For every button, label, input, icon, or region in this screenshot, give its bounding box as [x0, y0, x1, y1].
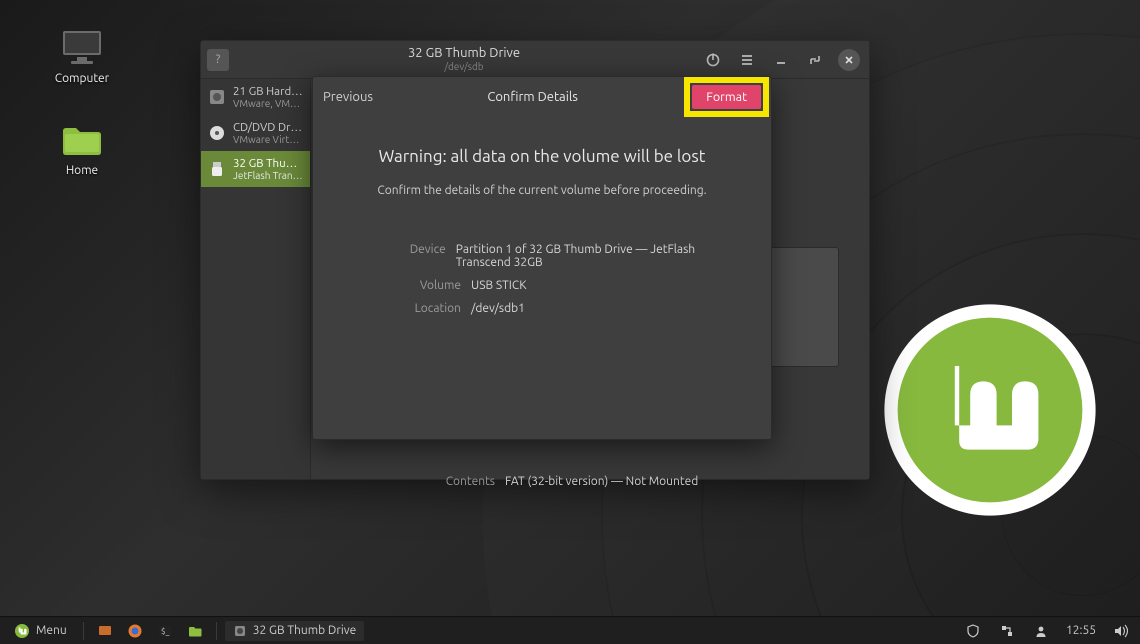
drive-item-cdrom[interactable]: CD/DVD Drive VMware Virtual SA [201, 115, 310, 151]
warning-text: Warning: all data on the volume will be … [341, 147, 743, 166]
contents-value: FAT (32-bit version) — Not Mounted [505, 475, 698, 488]
disk-icon [233, 624, 247, 638]
separator [83, 622, 84, 640]
dialog-header: Previous Confirm Details Format [313, 77, 771, 117]
previous-button[interactable]: Previous [323, 90, 373, 104]
format-button[interactable]: Format [692, 85, 761, 109]
drive-sub: VMware Virtual SA [233, 134, 304, 145]
menu-label: Menu [36, 624, 67, 637]
drive-sub: JetFlash Transcend [233, 170, 304, 181]
contents-label: Contents [439, 475, 495, 488]
device-value: Partition 1 of 32 GB Thumb Drive — JetFl… [456, 243, 743, 269]
hamburger-icon[interactable] [733, 46, 761, 74]
taskbar: Menu $_ 32 GB Thumb Drive 12:55 [0, 616, 1140, 644]
system-tray: 12:55 [960, 620, 1134, 642]
drive-name: 21 GB Hard Disk [233, 85, 304, 98]
close-icon [838, 49, 860, 71]
format-dialog: Previous Confirm Details Format Warning:… [312, 76, 772, 440]
network-icon[interactable] [994, 620, 1020, 642]
location-label: Location [341, 302, 461, 315]
app-icon: ? [207, 49, 229, 71]
user-icon[interactable] [1028, 620, 1054, 642]
location-value: /dev/sdb1 [471, 302, 525, 315]
firefox-launcher[interactable] [122, 620, 148, 642]
mint-menu-icon [14, 623, 30, 639]
drive-sidebar: 21 GB Hard Disk VMware, VMware CD/DVD Dr… [201, 79, 311, 479]
volume-label: Volume [341, 279, 461, 292]
volume-value: USB STICK [471, 279, 527, 292]
shield-icon[interactable] [960, 620, 986, 642]
desktop-icon-home[interactable]: Home [44, 120, 120, 177]
task-label: 32 GB Thumb Drive [253, 624, 356, 637]
folder-icon [58, 120, 106, 160]
power-icon[interactable] [699, 46, 727, 74]
files-launcher[interactable] [182, 620, 208, 642]
monitor-icon [58, 28, 106, 68]
drive-sub: VMware, VMware [233, 98, 304, 109]
titlebar: ? 32 GB Thumb Drive /dev/sdb [201, 41, 869, 79]
format-button-wrap: Format [692, 85, 761, 109]
device-label: Device [341, 243, 446, 269]
window-subtitle: /dev/sdb [235, 61, 693, 73]
hdd-icon [207, 87, 227, 107]
maximize-button[interactable] [801, 46, 829, 74]
mint-logo [880, 300, 1100, 520]
terminal-launcher[interactable]: $_ [152, 620, 178, 642]
taskbar-task-disks[interactable]: 32 GB Thumb Drive [225, 621, 364, 641]
desktop-icon-computer[interactable]: Computer [44, 28, 120, 85]
clock[interactable]: 12:55 [1062, 624, 1100, 637]
window-title: 32 GB Thumb Drive [235, 46, 693, 61]
disc-icon [207, 123, 227, 143]
title-zone: 32 GB Thumb Drive /dev/sdb [235, 46, 693, 72]
menu-button[interactable]: Menu [6, 620, 75, 642]
desktop-icon-label: Computer [44, 72, 120, 85]
dialog-title: Confirm Details [373, 90, 692, 104]
minimize-button[interactable] [767, 46, 795, 74]
separator [216, 622, 217, 640]
drive-name: CD/DVD Drive [233, 121, 304, 134]
show-desktop-button[interactable] [92, 620, 118, 642]
close-button[interactable] [835, 46, 863, 74]
drive-name: 32 GB Thumb Drive [233, 157, 304, 170]
usb-icon [207, 159, 227, 179]
svg-text:$_: $_ [161, 627, 170, 636]
drive-item-usb[interactable]: 32 GB Thumb Drive JetFlash Transcend [201, 151, 310, 187]
desktop-icon-label: Home [44, 164, 120, 177]
contents-row: Contents FAT (32-bit version) — Not Moun… [439, 475, 698, 488]
drive-item-hdd[interactable]: 21 GB Hard Disk VMware, VMware [201, 79, 310, 115]
volume-icon[interactable] [1108, 620, 1134, 642]
confirm-text: Confirm the details of the current volum… [341, 184, 743, 197]
